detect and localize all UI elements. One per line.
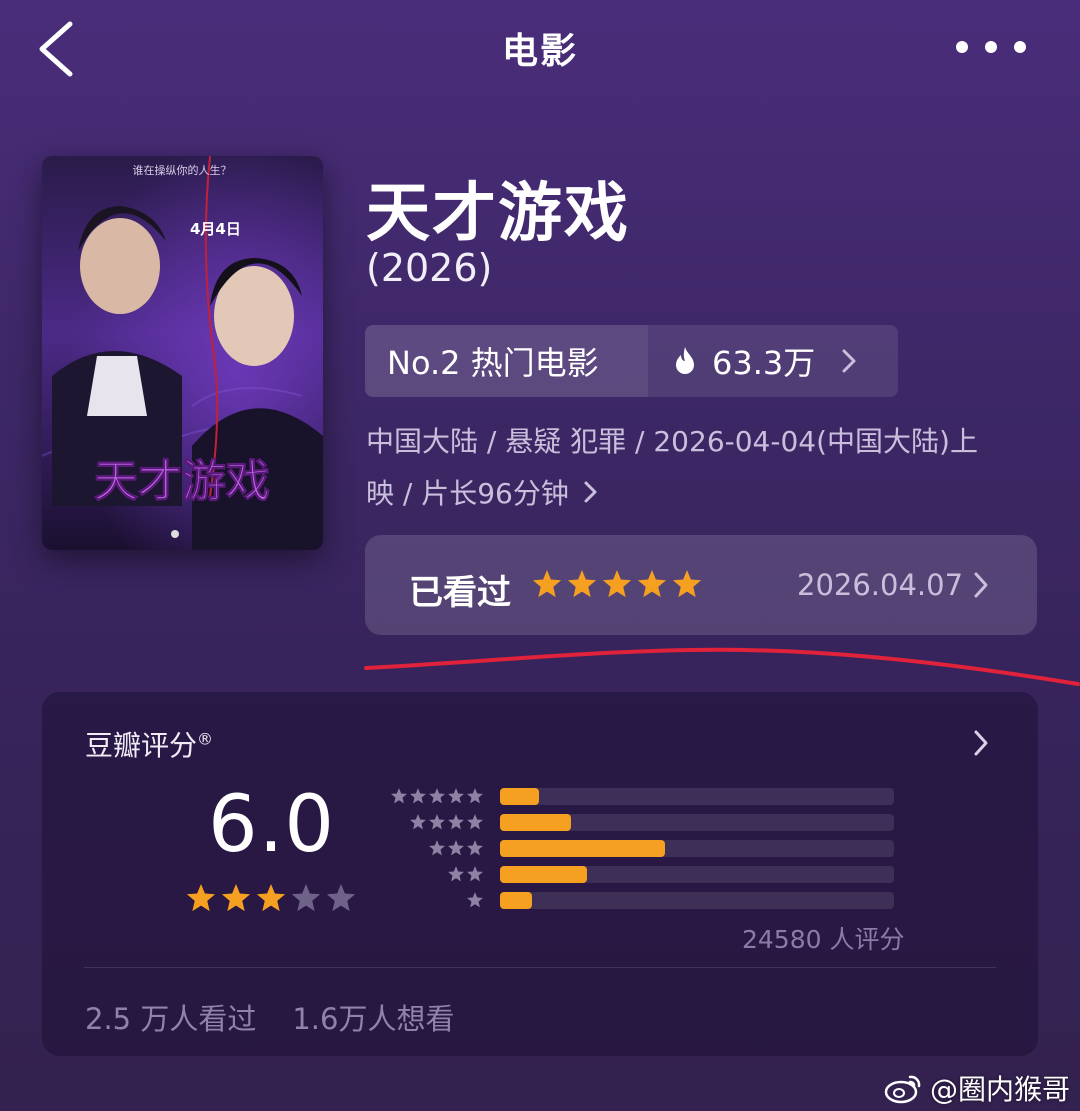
movie-poster[interactable]: 谁在操纵你的人生？ 4月4日 天才游戏 xyxy=(42,156,323,550)
star-icon xyxy=(429,788,445,804)
star-icon xyxy=(467,788,483,804)
star-icon xyxy=(448,788,464,804)
douban-rating-card[interactable]: 豆瓣评分® 6.0 24580 人评分 2.5 万人看过 1.6万人想看 xyxy=(42,692,1038,1056)
watermark: @圈内猴哥 xyxy=(884,1068,1070,1108)
star-icon xyxy=(637,570,667,598)
distribution-row-5 xyxy=(42,788,1038,806)
divider xyxy=(84,967,996,968)
more-options-button[interactable] xyxy=(956,30,1026,64)
red-annotation-line xyxy=(364,647,1080,686)
distribution-track xyxy=(500,866,894,883)
star-icon xyxy=(467,892,483,908)
star-icon xyxy=(429,814,445,830)
star-icon xyxy=(602,570,632,598)
star-icon xyxy=(467,840,483,856)
poster-release-note: 4月4日 xyxy=(190,220,241,238)
star-icon xyxy=(448,866,464,882)
star-icon xyxy=(410,814,426,830)
distribution-stars xyxy=(428,839,484,857)
distribution-stars xyxy=(447,865,484,883)
distribution-row-2 xyxy=(42,866,1038,884)
distribution-bar xyxy=(500,814,571,831)
watched-stars xyxy=(531,568,703,600)
star-icon xyxy=(467,866,483,882)
star-icon xyxy=(672,570,702,598)
movie-year: (2026) xyxy=(366,246,493,290)
star-icon xyxy=(429,840,445,856)
chevron-right-icon xyxy=(584,481,597,503)
poster-tagline: 谁在操纵你的人生？ xyxy=(133,163,232,177)
watched-status-button[interactable]: 已看过 2026.04.07 xyxy=(365,535,1037,635)
watermark-text: @圈内猴哥 xyxy=(930,1073,1071,1106)
star-icon xyxy=(410,788,426,804)
distribution-stars xyxy=(409,813,484,831)
more-dots-icon xyxy=(956,41,968,53)
want-count: 1.6万人想看 xyxy=(292,1002,455,1036)
movie-meta-line1: 中国大陆 / 悬疑 犯罪 / 2026-04-04(中国大陆)上 xyxy=(366,425,978,458)
heat-value: 63.3万 xyxy=(712,344,816,382)
rank-label: No.2 热门电影 xyxy=(387,344,599,382)
movie-meta-line2[interactable]: 映 / 片长96分钟 xyxy=(366,472,599,512)
distribution-bar xyxy=(500,892,532,909)
weibo-icon xyxy=(884,1075,921,1104)
star-icon xyxy=(448,814,464,830)
star-icon xyxy=(448,840,464,856)
star-icon xyxy=(532,570,562,598)
distribution-row-1 xyxy=(42,892,1038,910)
distribution-bar xyxy=(500,840,665,857)
distribution-track xyxy=(500,788,894,805)
watched-label: 已看过 xyxy=(409,573,511,613)
page-title: 电影 xyxy=(501,31,578,72)
distribution-track xyxy=(500,892,894,909)
distribution-row-4 xyxy=(42,814,1038,832)
distribution-track xyxy=(500,814,894,831)
chevron-right-icon xyxy=(974,572,988,598)
star-icon xyxy=(391,788,407,804)
distribution-row-3 xyxy=(42,840,1038,858)
chevron-right-icon xyxy=(842,349,856,373)
distribution-stars xyxy=(466,891,484,909)
poster-image: 谁在操纵你的人生？ 4月4日 天才游戏 xyxy=(42,156,323,550)
flame-icon xyxy=(676,347,694,374)
distribution-stars xyxy=(390,787,484,805)
chevron-right-icon xyxy=(974,730,988,756)
distribution-bar xyxy=(500,866,587,883)
rank-box: No.2 热门电影 63.3万 xyxy=(365,325,898,397)
movie-meta-line2-text: 映 / 片长96分钟 xyxy=(366,477,569,510)
movie-title: 天才游戏 xyxy=(366,177,630,251)
watched-date: 2026.04.07 xyxy=(797,568,964,602)
distribution-track xyxy=(500,840,894,857)
rank-label-button[interactable]: No.2 热门电影 xyxy=(365,325,648,397)
watched-count: 2.5 万人看过 xyxy=(85,1002,257,1036)
distribution-bar xyxy=(500,788,539,805)
star-icon xyxy=(467,814,483,830)
rating-count: 24580 人评分 xyxy=(742,925,905,954)
watch-stats: 2.5 万人看过 1.6万人想看 xyxy=(85,996,454,1038)
heat-button[interactable]: 63.3万 xyxy=(648,325,898,397)
poster-title-art: 天才游戏 xyxy=(94,456,270,507)
star-icon xyxy=(567,570,597,598)
rating-title: 豆瓣评分® xyxy=(85,729,214,762)
